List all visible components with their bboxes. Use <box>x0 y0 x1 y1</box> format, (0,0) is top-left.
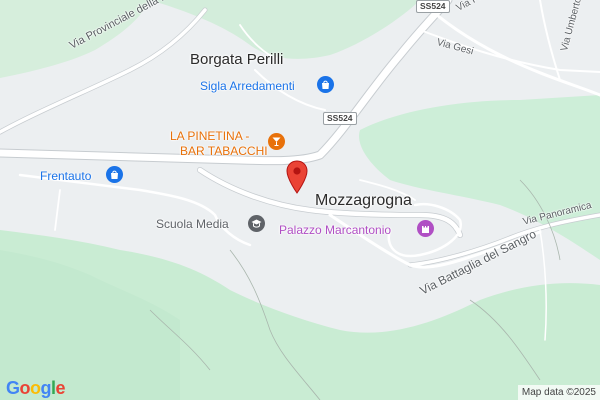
place-label-mozzagrogna[interactable]: Mozzagrogna <box>315 193 412 209</box>
school-icon[interactable] <box>248 215 265 232</box>
forest-area-east <box>359 95 600 260</box>
road-shield-ss524-mid: SS524 <box>323 112 357 125</box>
poi-label-pinetina-line2[interactable]: BAR TABACCHI <box>180 145 268 157</box>
poi-label-pinetina-line1[interactable]: LA PINETINA - <box>170 130 249 142</box>
poi-label-sigla-arredamenti[interactable]: Sigla Arredamenti <box>200 80 295 92</box>
shopping-bag-icon[interactable] <box>317 76 334 93</box>
poi-label-frentauto[interactable]: Frentauto <box>40 170 91 182</box>
road-shield-ss524-top: SS524 <box>416 0 450 13</box>
poi-label-palazzo-marcantonio[interactable]: Palazzo Marcantonio <box>279 224 391 236</box>
map-data-attribution[interactable]: Map data ©2025 <box>517 385 600 400</box>
cocktail-icon[interactable] <box>268 133 285 150</box>
map-canvas[interactable]: SS524 SS524 Borgata Perilli Mozzagrogna … <box>0 0 600 400</box>
shopping-bag-icon[interactable] <box>106 166 123 183</box>
road-small-1 <box>54 189 61 231</box>
google-logo[interactable]: Google <box>6 378 66 399</box>
place-label-borgata-perilli[interactable]: Borgata Perilli <box>190 52 283 67</box>
poi-label-scuola-media[interactable]: Scuola Media <box>156 218 229 230</box>
road-west-loop <box>18 173 252 247</box>
castle-icon[interactable] <box>417 220 434 237</box>
red-location-pin-icon[interactable] <box>286 160 308 194</box>
map-base-layer <box>0 0 600 400</box>
